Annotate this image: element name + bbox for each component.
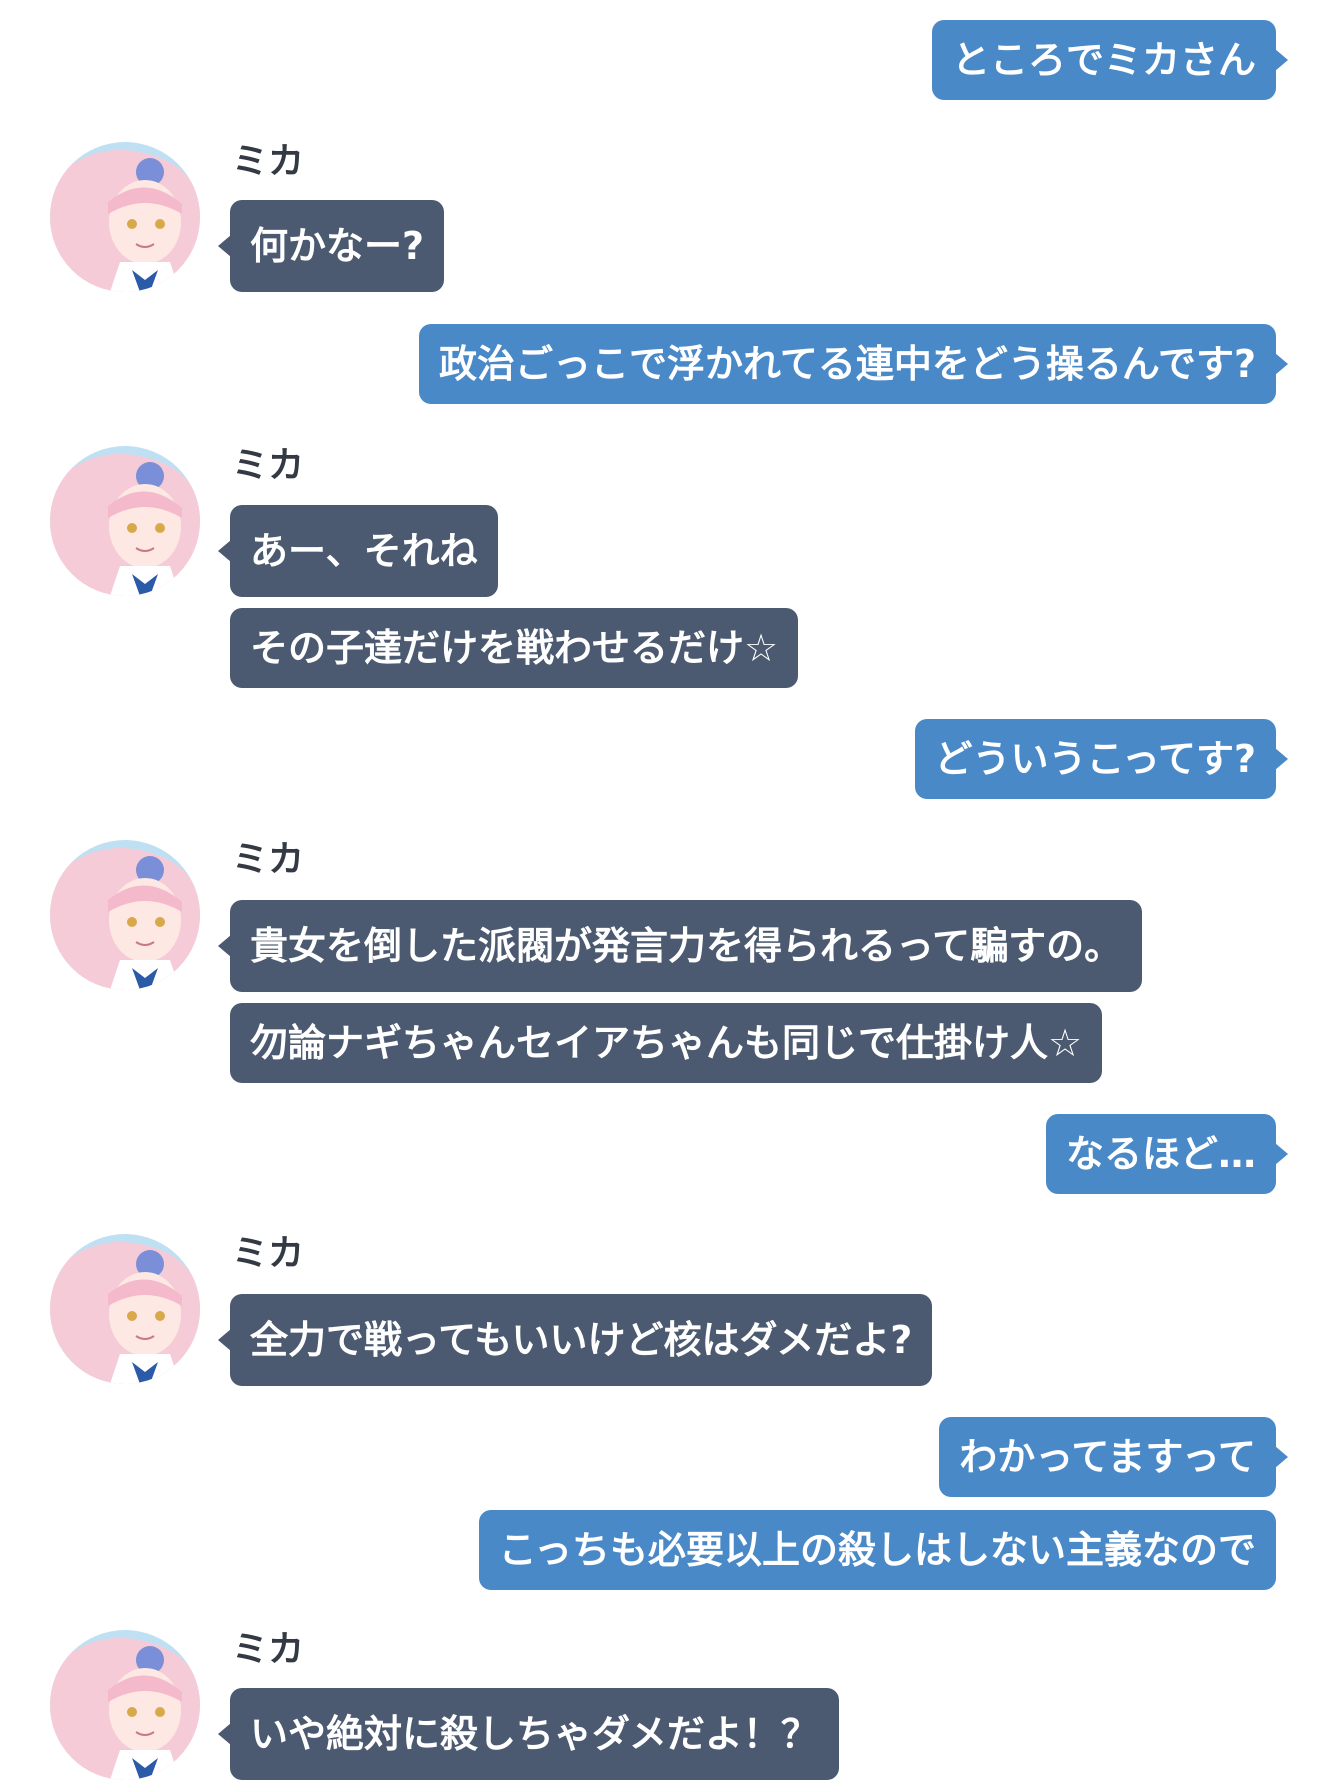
bubble-tail — [218, 540, 231, 562]
incoming-message-continuation: その子達だけを戦わせるだけ☆ — [230, 608, 799, 688]
message-text: 全力で戦ってもいいけど核はダメだよ? — [250, 1318, 913, 1362]
sender-name: ミカ — [232, 1629, 305, 1670]
outgoing-message: わかってますって — [939, 1417, 1288, 1497]
bubble-tail — [1275, 1143, 1288, 1165]
bubble-tail — [1275, 353, 1288, 375]
outgoing-message: なるほど… — [1045, 1114, 1288, 1194]
bubble-tail — [1275, 49, 1288, 71]
avatar[interactable] — [50, 446, 200, 596]
sender-name: ミカ — [232, 1233, 305, 1274]
outgoing-message-continuation: こっちも必要以上の殺しはしない主義なので — [478, 1510, 1276, 1590]
incoming-message: 何かなー? — [218, 200, 445, 292]
sender-name: ミカ — [232, 141, 305, 182]
bubble-tail — [218, 935, 231, 957]
avatar-pink-hair-girl-icon — [50, 1630, 200, 1780]
avatar[interactable] — [50, 142, 200, 292]
incoming-message: いや絶対に殺しちゃダメだよ！？ — [218, 1688, 839, 1780]
avatar-pink-hair-girl-icon — [50, 840, 200, 990]
message-text: ところでミカさん — [951, 38, 1256, 82]
avatar-pink-hair-girl-icon — [50, 1234, 200, 1384]
bubble-tail — [218, 1723, 231, 1745]
message-text: こっちも必要以上の殺しはしない主義なので — [498, 1528, 1256, 1572]
outgoing-message: 政治ごっこで浮かれてる連中をどう操るんです? — [418, 324, 1288, 404]
avatar[interactable] — [50, 1234, 200, 1384]
bubble-tail — [218, 235, 231, 257]
message-text: 何かなー? — [250, 224, 425, 268]
bubble-tail — [218, 1329, 231, 1351]
incoming-message: あー、それね — [218, 505, 498, 597]
sender-name: ミカ — [232, 839, 305, 880]
avatar-pink-hair-girl-icon — [50, 446, 200, 596]
incoming-message: 全力で戦ってもいいけど核はダメだよ? — [218, 1294, 933, 1386]
message-text: わかってますって — [959, 1435, 1256, 1479]
avatar-pink-hair-girl-icon — [50, 142, 200, 292]
bubble-tail — [1275, 748, 1288, 770]
message-text: 貴女を倒した派閥が発言力を得られるって騙すの。 — [250, 924, 1123, 968]
message-text: 勿論ナギちゃんセイアちゃんも同じで仕掛け人☆ — [250, 1021, 1083, 1065]
message-text: 政治ごっこで浮かれてる連中をどう操るんです? — [438, 342, 1256, 386]
message-text: その子達だけを戦わせるだけ☆ — [250, 626, 779, 670]
message-text: あー、それね — [250, 529, 478, 573]
message-text: なるほど… — [1065, 1132, 1256, 1176]
bubble-tail — [1275, 1446, 1288, 1468]
outgoing-message: どういうこってす? — [914, 719, 1288, 799]
message-text: どういうこってす? — [934, 737, 1256, 781]
sender-name: ミカ — [232, 445, 305, 486]
outgoing-message: ところでミカさん — [931, 20, 1288, 100]
incoming-message: 貴女を倒した派閥が発言力を得られるって騙すの。 — [218, 900, 1143, 992]
incoming-message-continuation: 勿論ナギちゃんセイアちゃんも同じで仕掛け人☆ — [230, 1003, 1103, 1083]
message-text: いや絶対に殺しちゃダメだよ！？ — [250, 1712, 819, 1756]
avatar[interactable] — [50, 1630, 200, 1780]
avatar[interactable] — [50, 840, 200, 990]
